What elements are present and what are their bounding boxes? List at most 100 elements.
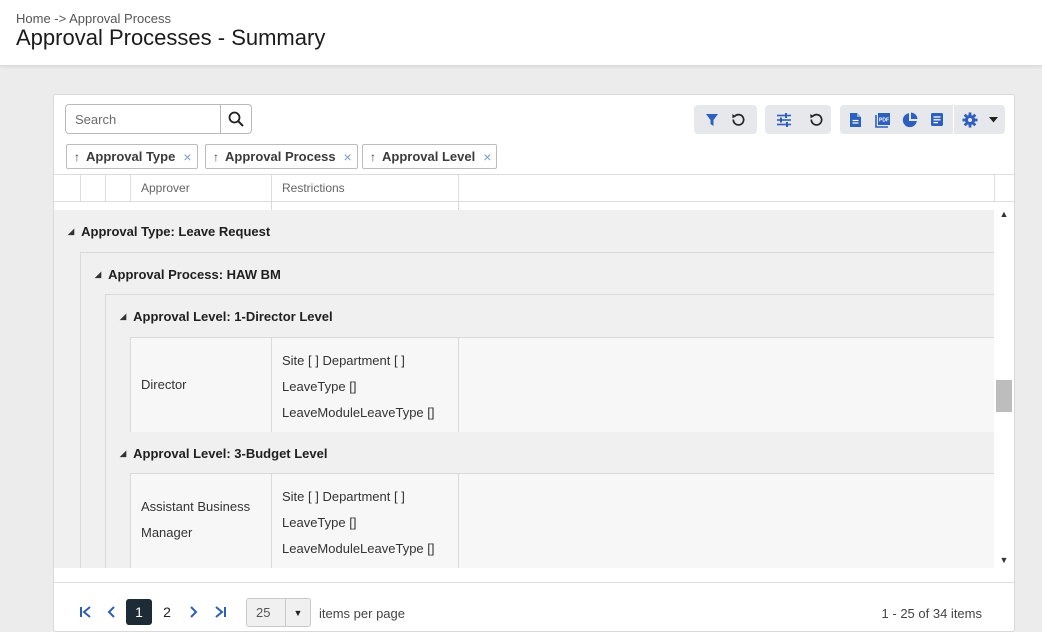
reset-icon xyxy=(810,113,823,126)
chevron-right-icon xyxy=(190,606,198,618)
chart-button[interactable] xyxy=(896,105,923,134)
chevron-left-icon xyxy=(107,606,115,618)
vertical-scrollbar[interactable]: ▲ ▼ xyxy=(994,202,1014,568)
column-divider[interactable] xyxy=(271,175,272,202)
page-number-current[interactable]: 1 xyxy=(126,599,152,625)
report-icon xyxy=(930,113,943,126)
last-page-button[interactable] xyxy=(208,599,232,625)
indent-strip xyxy=(54,210,80,568)
next-page-button[interactable] xyxy=(182,599,206,625)
search-input[interactable] xyxy=(66,105,220,133)
reset-columns-button[interactable] xyxy=(803,105,830,134)
items-per-page-label: items per page xyxy=(319,606,405,621)
filter-toolbar xyxy=(694,105,757,134)
remove-chip-icon[interactable]: × xyxy=(344,149,352,165)
column-divider xyxy=(271,202,272,210)
search-icon xyxy=(228,111,244,127)
chip-label: Approval Type xyxy=(86,149,176,164)
scrollbar-thumb[interactable] xyxy=(996,380,1012,412)
report-button[interactable] xyxy=(923,105,950,134)
row-remnant xyxy=(54,202,994,210)
group-row-approval-level: ◢ Approval Level: 3-Budget Level xyxy=(106,432,994,474)
document-icon xyxy=(850,112,861,127)
table-row[interactable]: Assistant Business Manager Site [ ] Depa… xyxy=(130,473,994,568)
column-divider[interactable] xyxy=(458,175,459,202)
group-chip-approval-type[interactable]: ↑ Approval Type × xyxy=(66,144,198,169)
columns-settings-icon xyxy=(776,112,791,127)
chip-label: Approval Process xyxy=(225,149,336,164)
first-page-icon xyxy=(80,606,91,618)
pager: 1 2 25 ▼ items per page 1 - 25 of 34 ite… xyxy=(54,582,1014,632)
restriction-line: LeaveType [] xyxy=(282,379,357,394)
page-size-select[interactable]: 25 ▼ xyxy=(246,598,311,627)
prev-page-button[interactable] xyxy=(99,599,123,625)
column-header-row: Approver Restrictions xyxy=(54,174,1014,202)
pager-info: 1 - 25 of 34 items xyxy=(881,606,982,621)
settings-dropdown-button[interactable] xyxy=(983,105,1003,134)
cell-approver: Assistant Business Manager xyxy=(130,474,272,568)
collapse-triangle-icon[interactable]: ◢ xyxy=(120,312,126,321)
cell-restrictions: Site [ ] Department [ ] LeaveType [] Lea… xyxy=(272,474,459,568)
last-page-icon xyxy=(215,606,226,618)
page-header: Home -> Approval Process Approval Proces… xyxy=(0,0,1042,66)
page-title: Approval Processes - Summary xyxy=(16,25,326,50)
sort-asc-icon: ↑ xyxy=(74,149,80,164)
remove-chip-icon[interactable]: × xyxy=(183,149,191,165)
settings-button[interactable] xyxy=(956,105,983,134)
group-row-approval-type: ◢ Approval Type: Leave Request xyxy=(54,210,994,252)
column-divider xyxy=(994,175,995,202)
pdf-icon: PDF xyxy=(874,112,890,128)
reset-icon xyxy=(732,113,745,126)
indent-strip xyxy=(80,252,105,568)
group-chip-approval-level[interactable]: ↑ Approval Level × xyxy=(362,144,498,169)
scroll-up-arrow-icon[interactable]: ▲ xyxy=(994,206,1014,222)
collapse-triangle-icon[interactable]: ◢ xyxy=(95,270,101,279)
page-number[interactable]: 2 xyxy=(154,599,180,625)
column-divider xyxy=(130,175,131,202)
group-chip-approval-process[interactable]: ↑ Approval Process × xyxy=(205,144,358,169)
sort-asc-icon: ↑ xyxy=(370,149,376,164)
restriction-line: LeaveModuleLeaveType [] xyxy=(282,541,435,556)
reset-filter-button[interactable] xyxy=(725,105,752,134)
filter-icon xyxy=(705,113,718,126)
collapse-triangle-icon[interactable]: ◢ xyxy=(68,227,74,236)
group-label: Approval Type: Leave Request xyxy=(81,223,271,239)
table-row[interactable]: Director Site [ ] Department [ ] LeaveTy… xyxy=(130,337,994,432)
export-toolbar: PDF xyxy=(840,105,1005,134)
search-box xyxy=(65,104,252,134)
column-divider xyxy=(80,175,81,202)
breadcrumb[interactable]: Home -> Approval Process xyxy=(16,11,171,26)
cell-approver: Director xyxy=(130,338,272,432)
summary-grid: PDF ↑ Approval Type × ↑ Approval Process… xyxy=(53,94,1015,632)
svg-text:PDF: PDF xyxy=(879,117,889,123)
approver-name: Assistant Business Manager xyxy=(141,499,251,540)
group-row-approval-process: ◢ Approval Process: HAW BM xyxy=(81,253,994,295)
cell-restrictions: Site [ ] Department [ ] LeaveType [] Lea… xyxy=(272,338,459,432)
column-divider xyxy=(458,202,459,210)
restriction-line: Site [ ] Department [ ] xyxy=(282,489,405,504)
page-size-value: 25 xyxy=(247,599,286,626)
grid-body: ◢ Approval Type: Leave Request ◢ Approva… xyxy=(54,202,994,568)
column-divider xyxy=(105,175,106,202)
column-toolbar xyxy=(765,105,831,134)
toolbar-divider xyxy=(953,105,954,134)
remove-chip-icon[interactable]: × xyxy=(483,149,491,165)
export-document-button[interactable] xyxy=(842,105,869,134)
scroll-down-arrow-icon[interactable]: ▼ xyxy=(994,552,1014,568)
pie-chart-icon xyxy=(902,112,917,127)
column-header-restrictions[interactable]: Restrictions xyxy=(282,181,345,195)
column-header-approver[interactable]: Approver xyxy=(141,181,190,195)
first-page-button[interactable] xyxy=(74,599,98,625)
search-button[interactable] xyxy=(220,105,251,133)
group-label: Approval Level: 3-Budget Level xyxy=(133,445,328,461)
sort-asc-icon: ↑ xyxy=(213,149,219,164)
export-pdf-button[interactable]: PDF xyxy=(869,105,896,134)
chip-label: Approval Level xyxy=(382,149,476,164)
collapse-triangle-icon[interactable]: ◢ xyxy=(120,449,126,458)
caret-down-icon xyxy=(988,116,998,122)
column-settings-button[interactable] xyxy=(770,105,797,134)
caret-down-icon[interactable]: ▼ xyxy=(286,599,310,626)
group-label: Approval Process: HAW BM xyxy=(108,266,281,282)
filter-button[interactable] xyxy=(698,105,725,134)
gear-icon xyxy=(962,112,977,127)
